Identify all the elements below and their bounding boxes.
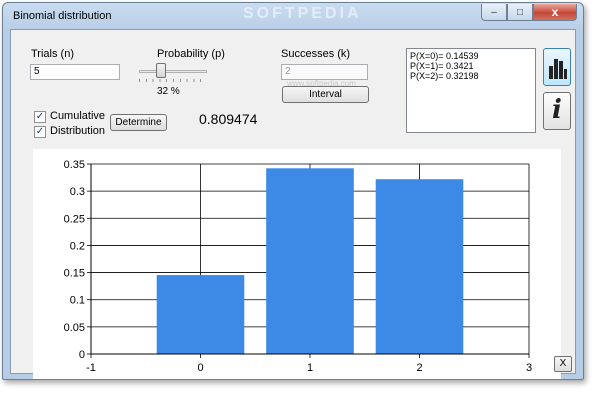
bar [266,168,354,354]
x-tick-label: -1 [86,362,96,374]
x-tick-label: 2 [416,362,422,374]
y-tick-label: 0.1 [70,295,85,307]
y-tick-label: 0.15 [64,268,85,280]
list-item: P(X=1)= 0.3421 [410,61,474,71]
probability-slider-track[interactable] [139,70,207,73]
minimize-button[interactable]: – [481,4,507,21]
trials-input[interactable]: 5 [30,64,120,80]
probability-slider-ticks [139,79,207,82]
y-tick-label: 0 [79,349,85,361]
watermark: SOFTPEDIA [243,5,362,22]
info-icon: i [552,95,562,125]
distribution-chart: 0 0.05 0.1 0.15 0.2 0.25 0.3 0.35 -1 0 1 2 3 [33,149,561,379]
probabilities-list[interactable]: P(X=0)= 0.14539 P(X=1)= 0.3421 P(X=2)= 0… [406,48,536,133]
maximize-button[interactable]: □ [507,4,533,21]
cumulative-checkbox[interactable]: ✓ [34,111,46,123]
x-tick-label: 1 [307,362,313,374]
window-controls: – □ x [481,4,577,21]
y-tick-label: 0.3 [70,186,85,198]
interval-button[interactable]: Interval [282,86,369,103]
distribution-label: Distribution [50,125,106,137]
result-value: 0.809474 [199,111,258,127]
y-tick-label: 0.05 [64,322,85,334]
bar-chart-icon [549,59,567,79]
successes-label: Successes (k) [281,48,351,60]
client-area: Trials (n) 5 Probability (p) 32 % Succes… [10,29,576,379]
x-tick-label: 0 [197,362,203,374]
bar [375,179,464,354]
list-item: P(X=0)= 0.14539 [410,51,479,61]
close-chart-button[interactable]: X [554,356,572,372]
y-tick-label: 0.25 [64,213,85,225]
info-button[interactable]: i [543,92,571,130]
successes-value: 2 [285,66,291,77]
bar [156,275,245,354]
close-button[interactable]: x [533,4,577,21]
chart-svg: 00.050.10.150.20.250.30.35-1 0 1 2 3 [64,159,532,374]
probability-slider-thumb[interactable] [155,63,166,78]
probability-value-label: 32 % [157,86,180,97]
app-window: Binomial distribution SOFTPEDIA – □ x Tr… [2,2,584,380]
window-title: Binomial distribution [13,10,112,22]
title-bar[interactable]: Binomial distribution SOFTPEDIA – □ x [3,3,583,29]
y-tick-label: 0.35 [64,159,85,171]
probability-label: Probability (p) [157,48,225,60]
distribution-checkbox[interactable]: ✓ [34,126,46,138]
determine-button[interactable]: Determine [110,114,167,131]
chart-button[interactable] [543,48,571,86]
list-item: P(X=2)= 0.32198 [410,71,479,81]
trials-label: Trials (n) [31,48,74,60]
x-tick-label: 3 [526,362,532,374]
y-tick-label: 0.2 [70,240,85,252]
successes-input[interactable]: 2 www.softpedia.com [281,64,368,88]
cumulative-label: Cumulative [50,110,106,122]
